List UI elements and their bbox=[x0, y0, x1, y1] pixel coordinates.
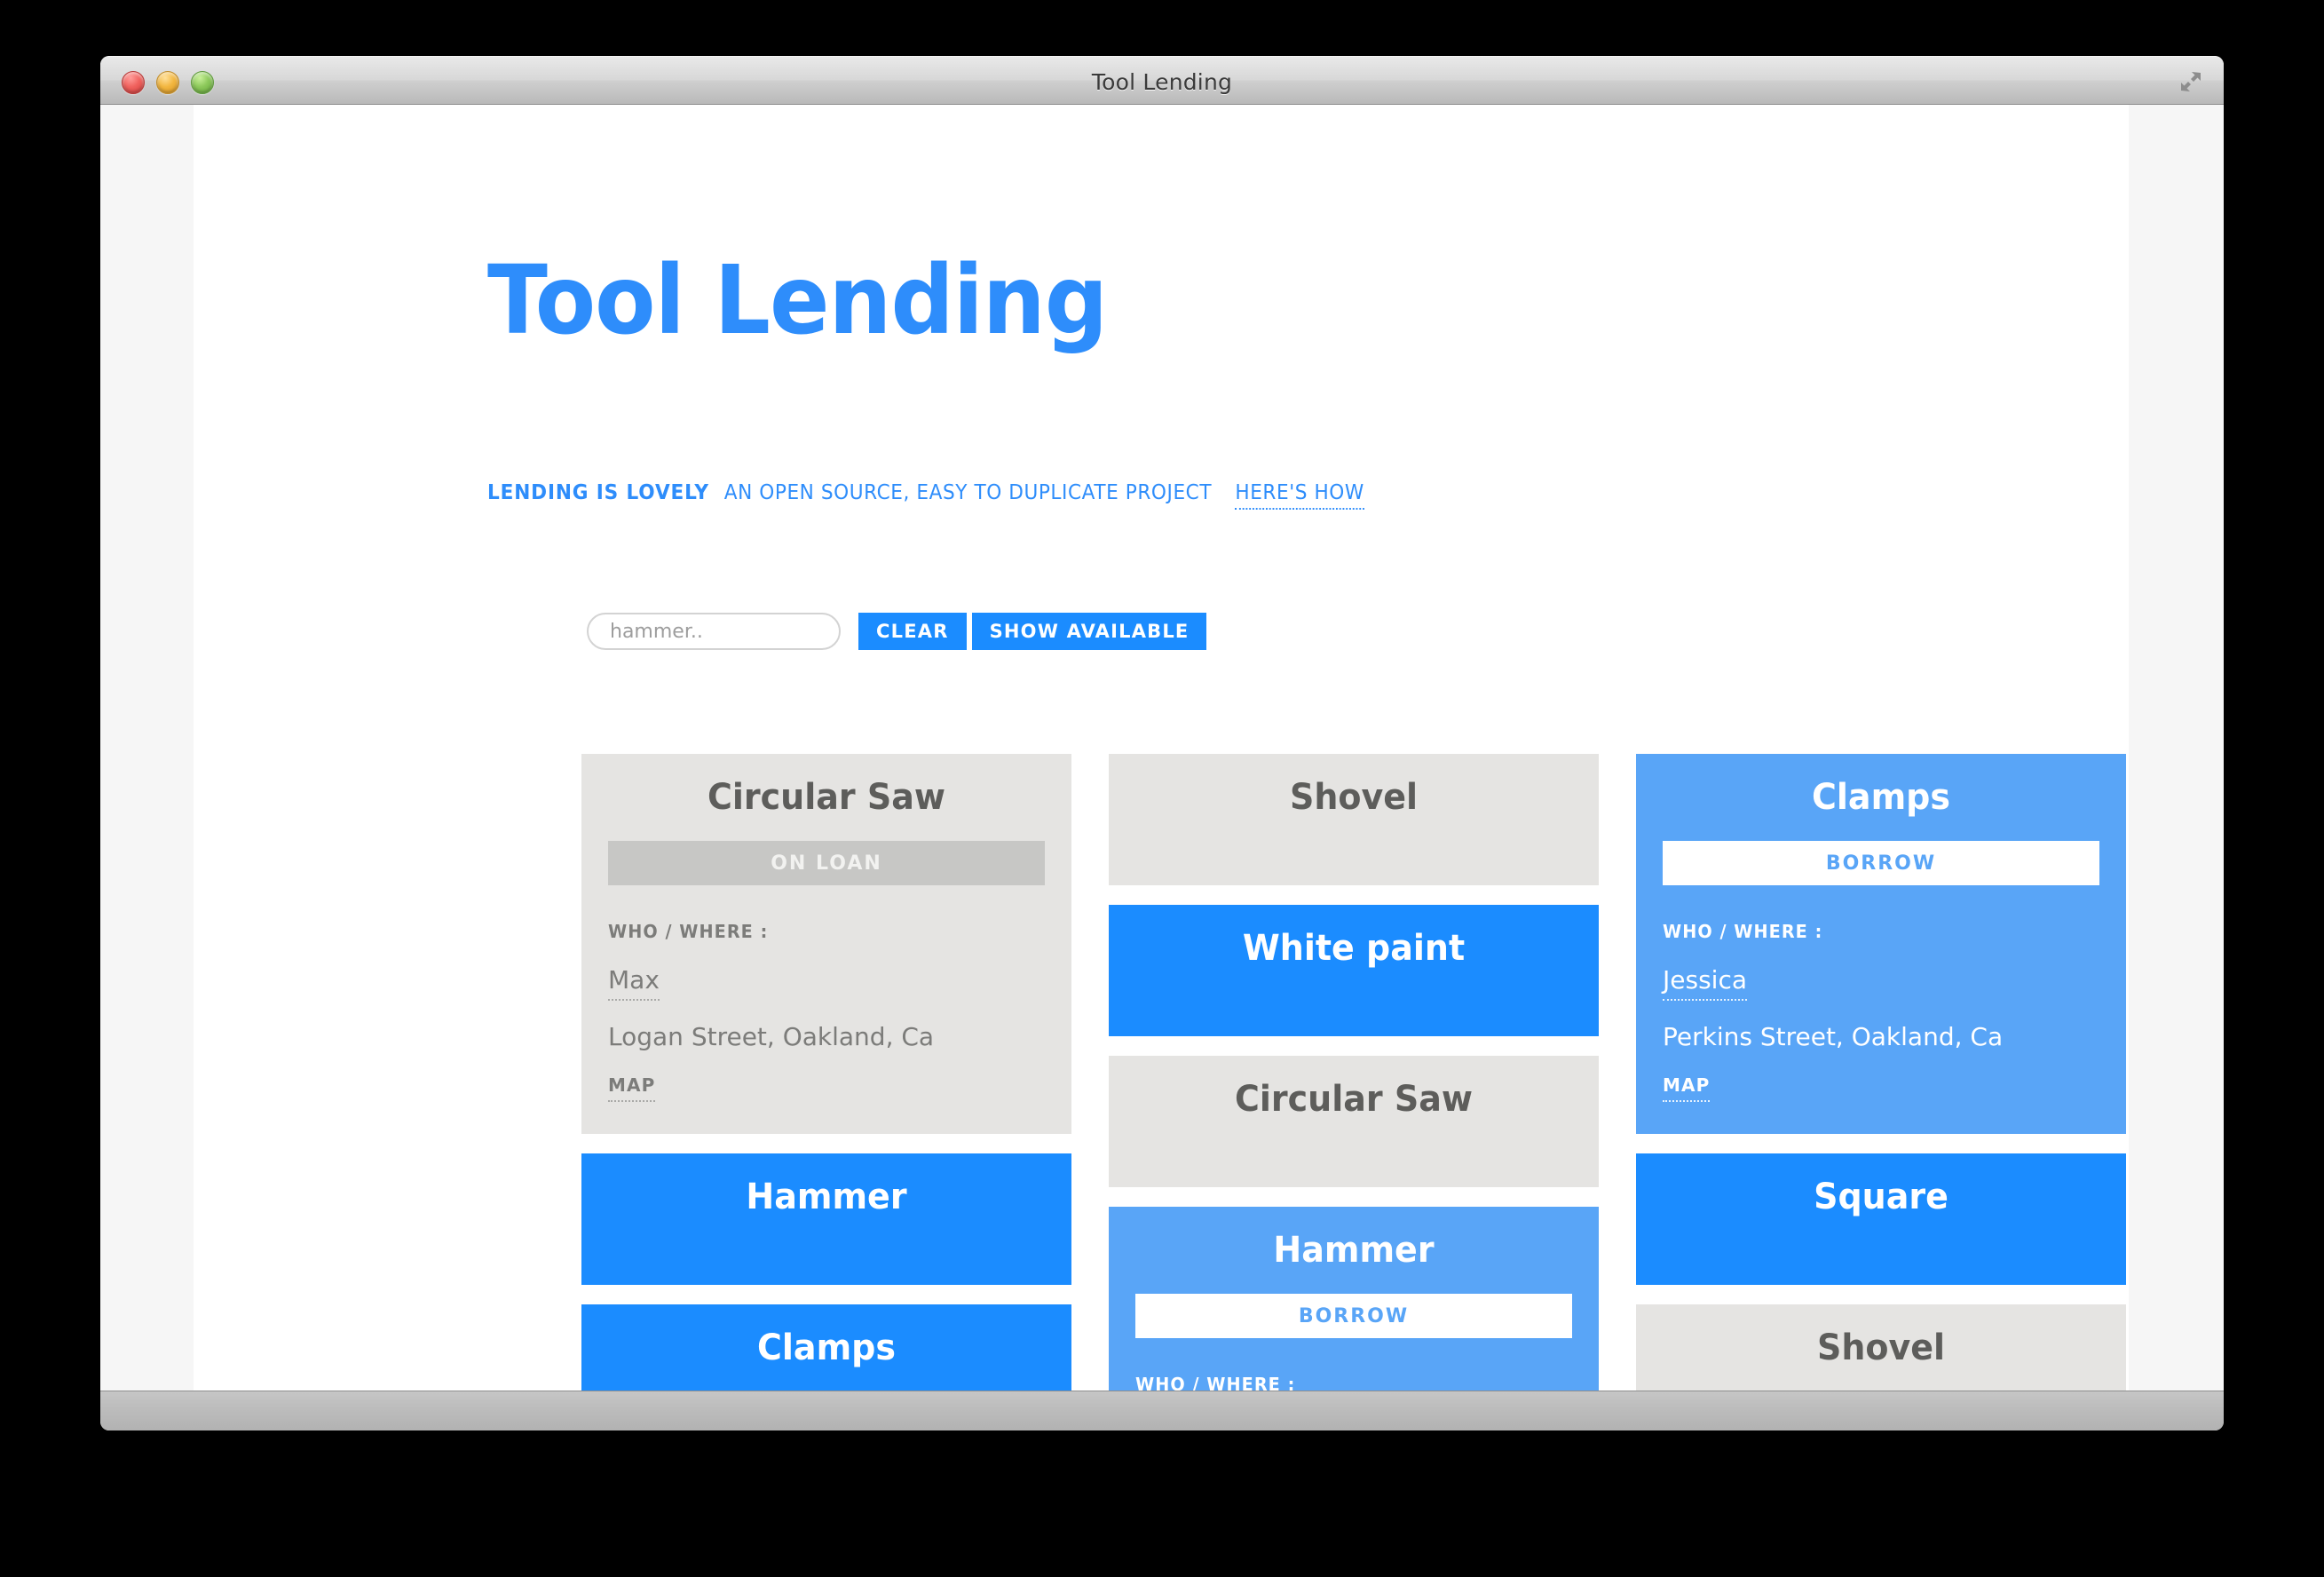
app-window: Tool Lending Tool Lending LENDING IS LOV… bbox=[100, 56, 2224, 1430]
tool-card-column: Shovel White paint Circular Saw Hammer BORRO… bbox=[1109, 754, 1599, 1391]
lender-address: Perkins Street, Oakland, Ca bbox=[1663, 1022, 2004, 1051]
tool-card[interactable]: Square bbox=[1636, 1153, 2126, 1285]
tool-card[interactable]: Clamps BORROW WHO / WHERE : Jessica Perkins … bbox=[1636, 754, 2126, 1134]
tool-card[interactable]: Hammer bbox=[581, 1153, 1071, 1285]
on-loan-badge: ON LOAN bbox=[608, 841, 1045, 885]
tagline-strong: LENDING IS LOVELY bbox=[487, 481, 709, 504]
page-title: Tool Lending bbox=[487, 246, 1108, 356]
show-available-button[interactable]: SHOW AVAILABLE bbox=[971, 613, 1207, 650]
window-title: Tool Lending bbox=[1091, 69, 1233, 95]
tagline-regular: AN OPEN SOURCE, EASY TO DUPLICATE PROJEC… bbox=[723, 481, 1213, 504]
tool-card-meta: WHO / WHERE : Jessica Perkins Street, Oakl… bbox=[1663, 885, 2099, 1102]
window-bottom-bar bbox=[100, 1391, 2224, 1430]
lender-name-link[interactable]: Max bbox=[608, 965, 660, 1001]
web-page: Tool Lending LENDING IS LOVELY AN OPEN S… bbox=[194, 105, 2129, 1391]
tool-card[interactable]: Clamps bbox=[581, 1304, 1071, 1391]
tool-card-meta: WHO / WHERE : bbox=[1135, 1338, 1572, 1391]
borrow-button[interactable]: BORROW bbox=[1135, 1294, 1572, 1338]
tool-card-title: Square bbox=[1814, 1177, 1949, 1217]
tool-card-title: Hammer bbox=[1273, 1230, 1435, 1271]
search-input[interactable] bbox=[587, 613, 841, 650]
fullscreen-arrows-icon[interactable] bbox=[2179, 70, 2202, 93]
borrow-button[interactable]: BORROW bbox=[1663, 841, 2099, 885]
tool-card-title: Shovel bbox=[1289, 777, 1419, 818]
tool-card[interactable]: White paint bbox=[1109, 905, 1599, 1036]
tool-card-title: Hammer bbox=[746, 1177, 907, 1217]
window-titlebar: Tool Lending bbox=[100, 56, 2224, 105]
clear-button[interactable]: CLEAR bbox=[858, 613, 967, 650]
tool-card[interactable]: Circular Saw bbox=[1109, 1056, 1599, 1187]
tool-card-title: White paint bbox=[1242, 928, 1466, 969]
tool-card[interactable]: Circular Saw ON LOAN WHO / WHERE : Max Logan… bbox=[581, 754, 1071, 1134]
tool-card-title: Clamps bbox=[757, 1327, 896, 1368]
lender-name-link[interactable]: Jessica bbox=[1663, 965, 1747, 1001]
heres-how-link[interactable]: HERE'S HOW bbox=[1235, 481, 1364, 510]
tool-card-column: Circular Saw ON LOAN WHO / WHERE : Max Logan… bbox=[581, 754, 1071, 1391]
tool-card-title: Clamps bbox=[1812, 777, 1950, 818]
map-link[interactable]: MAP bbox=[608, 1074, 656, 1102]
tool-card[interactable]: Hammer BORROW WHO / WHERE : bbox=[1109, 1207, 1599, 1391]
window-content-area: Tool Lending LENDING IS LOVELY AN OPEN S… bbox=[100, 105, 2224, 1391]
tool-card-grid: Circular Saw ON LOAN WHO / WHERE : Max Logan… bbox=[581, 754, 2126, 1391]
who-where-label: WHO / WHERE : bbox=[608, 921, 769, 942]
map-link[interactable]: MAP bbox=[1663, 1074, 1711, 1102]
tool-card-meta: WHO / WHERE : Max Logan Street, Oakland, C… bbox=[608, 885, 1045, 1102]
who-where-label: WHO / WHERE : bbox=[1663, 921, 1823, 942]
tool-card-column: Clamps BORROW WHO / WHERE : Jessica Perkins … bbox=[1636, 754, 2126, 1391]
tagline: LENDING IS LOVELY AN OPEN SOURCE, EASY T… bbox=[487, 481, 1364, 510]
tool-card-title: Circular Saw bbox=[1235, 1079, 1473, 1120]
search-toolbar: CLEAR SHOW AVAILABLE bbox=[587, 613, 1207, 650]
tool-card[interactable]: Shovel bbox=[1636, 1304, 2126, 1391]
tool-card-title: Circular Saw bbox=[707, 777, 945, 818]
lender-address: Logan Street, Oakland, Ca bbox=[608, 1022, 935, 1051]
tool-card-title: Shovel bbox=[1816, 1327, 1946, 1368]
who-where-label: WHO / WHERE : bbox=[1135, 1374, 1296, 1391]
tool-card[interactable]: Shovel bbox=[1109, 754, 1599, 885]
